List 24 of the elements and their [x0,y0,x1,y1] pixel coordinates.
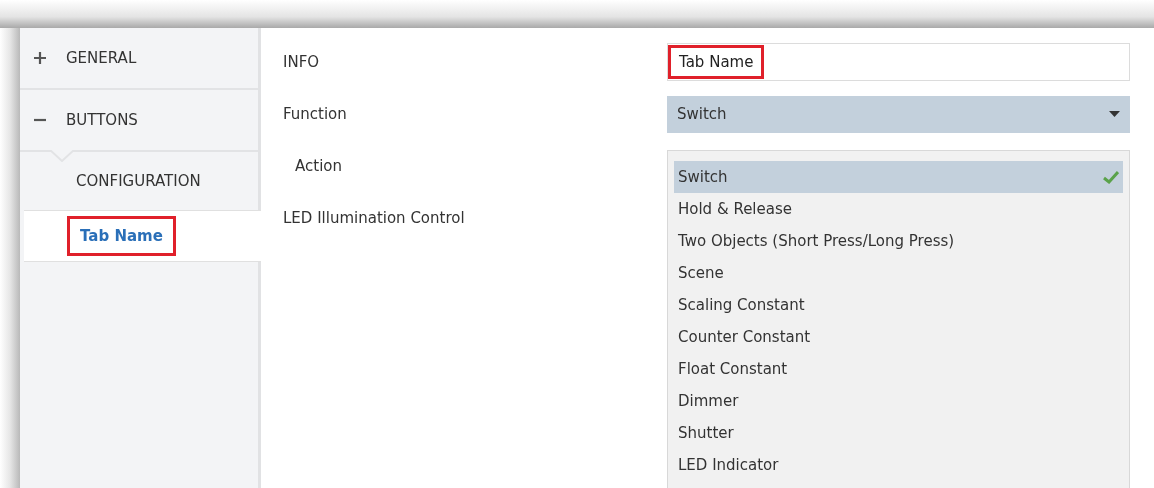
dropdown-option[interactable]: Float Constant [674,353,1123,385]
dropdown-option[interactable]: LED Indicator [674,449,1123,481]
sidebar-item[interactable]: CONFIGURATION [20,152,258,210]
dropdown-option[interactable]: Shutter [674,417,1123,449]
parameter-label: Function [283,105,348,123]
sidebar-group[interactable]: GENERAL [20,28,258,90]
group-label: GENERAL [66,49,137,67]
plus-icon[interactable] [34,52,46,64]
dropdown[interactable]: Switch [667,95,1130,133]
dropdown-option[interactable]: Counter Constant [674,321,1123,353]
input-field[interactable]: Tab Name [667,43,1130,81]
parameter-label: Action [294,157,343,175]
check-icon [1103,170,1119,184]
parameter-label: LED Illumination Control [283,209,466,227]
dropdown-option[interactable]: Hold & Release [674,193,1123,225]
dropdown-option[interactable]: Scaling Constant [674,289,1123,321]
sidebar-item[interactable]: Tab Name [24,210,261,262]
dropdown-option[interactable]: Scene [674,257,1123,289]
parameter-label: INFO [283,53,321,71]
dropdown-option[interactable]: Two Objects (Short Press/Long Press) [674,225,1123,257]
group-label: BUTTONS [66,111,138,129]
dropdown-option[interactable]: Switch [674,161,1123,193]
caret-icon [1109,111,1120,117]
dropdown-option[interactable]: Dimmer [674,385,1123,417]
